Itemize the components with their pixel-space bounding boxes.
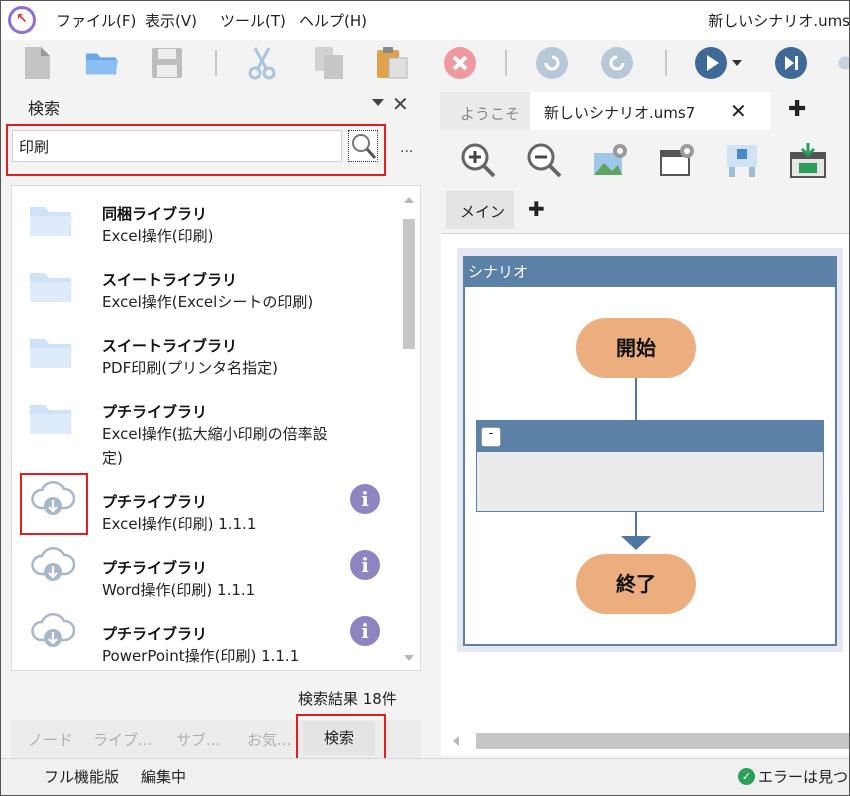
info-icon[interactable]: i [350,550,380,580]
image-settings-icon[interactable] [591,140,631,180]
run-icon[interactable] [694,46,744,80]
result-subtitle: Excel操作(印刷) 1.1.1 [102,515,257,533]
new-file-icon[interactable] [20,46,54,80]
tab-favorites[interactable]: お気... [247,729,291,750]
panel-dropdown-icon[interactable] [372,99,384,106]
export-icon[interactable] [788,140,828,180]
redo-icon[interactable] [600,46,634,80]
result-title: 同梱ライブラリ [102,205,208,223]
result-title: プチライブラリ [102,559,208,577]
save-icon[interactable] [150,46,184,80]
zoom-out-icon[interactable] [524,140,564,180]
connector-line [635,512,637,538]
add-subtab-icon[interactable]: ✚ [528,197,545,221]
result-subtitle: PDF印刷(プリンタ名指定) [102,359,278,377]
window-settings-icon[interactable] [658,140,698,180]
result-title: プチライブラリ [102,625,208,643]
tab-subscenario[interactable]: サブ... [176,729,220,750]
hscroll-thumb[interactable] [476,733,850,749]
result-subtitle: PowerPoint操作(印刷) 1.1.1 [102,647,300,665]
toolbar-separator [505,50,507,76]
panel-close-icon[interactable]: ✕ [392,92,409,116]
result-subtitle: Word操作(印刷) 1.1.1 [102,581,256,599]
tab-main[interactable]: メイン [446,191,514,229]
cloud-download-icon[interactable] [31,544,76,588]
cloud-download-icon[interactable] [31,610,76,654]
menu-file[interactable]: ファイル(F) [56,10,136,31]
status-error-text: エラーは見つか [758,768,850,786]
menu-tools[interactable]: ツール(T) [220,10,286,31]
menu-view[interactable]: 表示(V) [145,10,197,31]
scroll-down-icon[interactable] [404,655,414,661]
result-title: プチライブラリ [102,493,208,511]
check-icon: ✓ [738,768,755,785]
end-node[interactable]: 終了 [576,554,696,614]
tab-library[interactable]: ライブ... [93,729,152,750]
step-icon[interactable] [774,46,808,80]
folder-icon [29,335,73,373]
scenario-header[interactable]: シナリオ [463,256,837,287]
tab-welcome[interactable]: ようこそ [440,92,530,130]
open-folder-icon[interactable] [85,46,119,80]
status-bar [0,758,850,796]
result-title: スイートライブラリ [102,271,238,289]
result-count: 検索結果 18件 [298,690,397,708]
info-icon[interactable]: i [350,616,380,646]
connector-arrow-icon [621,536,651,550]
result-title: スイートライブラリ [102,337,238,355]
app-logo-icon: ↖ [8,6,36,34]
stop-icon[interactable] [443,46,477,80]
status-mode: 編集中 [141,768,187,786]
info-icon[interactable]: i [350,484,380,514]
toolbar-separator [215,50,217,76]
scroll-left-icon[interactable] [453,736,459,746]
folder-icon [29,269,73,307]
scroll-thumb[interactable] [403,219,415,349]
connector-line [635,378,637,420]
result-subtitle: Excel操作(印刷) [102,227,214,245]
highlight-box-download [20,473,88,535]
add-tab-icon[interactable]: ✚ [788,97,806,122]
group-collapse-button[interactable]: - [481,427,501,447]
highlight-box-search-tab [296,714,386,764]
toolbar-overflow-icon[interactable] [838,46,850,80]
tab-close-icon[interactable]: ✕ [730,99,747,123]
more-options-button[interactable]: ... [400,140,413,156]
start-node[interactable]: 開始 [576,318,696,378]
folder-icon [29,203,73,241]
copy-icon[interactable] [312,46,346,80]
result-subtitle: Excel操作(拡大縮小印刷の倍率設 [102,425,328,443]
zoom-in-icon[interactable] [458,140,498,180]
capture-icon[interactable] [722,140,762,180]
paste-icon[interactable] [375,46,409,80]
cut-icon[interactable] [245,46,279,80]
result-title: プチライブラリ [102,403,208,421]
undo-icon[interactable] [535,46,569,80]
highlight-box-search [6,124,386,176]
result-subtitle: Excel操作(Excelシートの印刷) [102,293,314,311]
folder-icon [29,401,73,439]
scroll-up-icon[interactable] [404,197,414,203]
tab-nodes[interactable]: ノード [28,729,73,750]
status-edition: フル機能版 [44,768,120,786]
menu-help[interactable]: ヘルプ(H) [299,10,367,31]
toolbar-separator [665,50,667,76]
panel-splitter[interactable] [425,86,440,758]
group-node-header[interactable] [476,420,824,452]
window-title: 新しいシナリオ.ums [708,12,850,30]
panel-title: 検索 [28,99,61,118]
result-subtitle: 定) [102,449,123,467]
